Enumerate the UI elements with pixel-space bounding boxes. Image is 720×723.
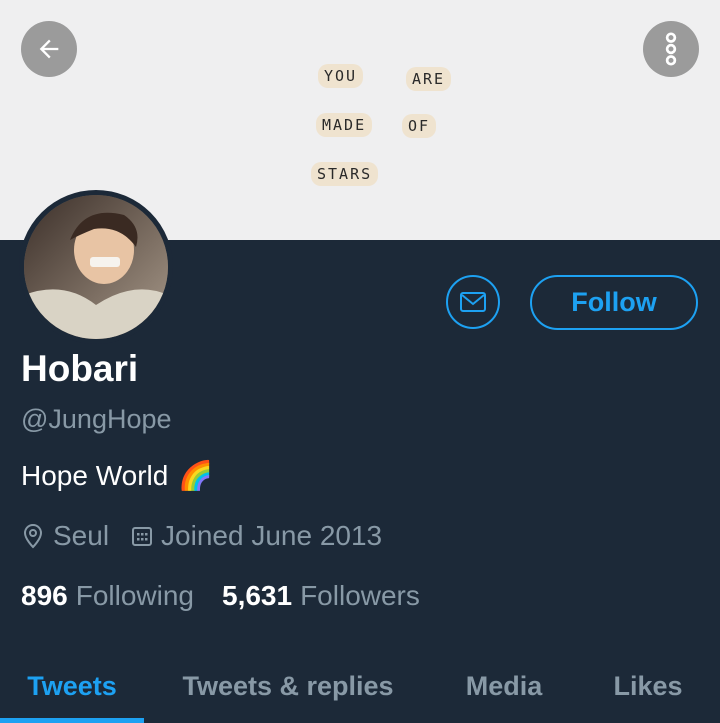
back-button[interactable] (21, 21, 77, 77)
followers-count[interactable]: 5,631 (222, 580, 292, 612)
banner-word: STARS (311, 162, 379, 186)
bio-text: Hope World (21, 459, 169, 491)
avatar[interactable] (19, 190, 173, 344)
location-text: Seul (53, 520, 110, 551)
arrow-left-icon (39, 39, 59, 59)
message-button[interactable] (446, 275, 500, 329)
more-vertical-icon (665, 32, 677, 66)
profile-meta: Seul Joined June 2013 (21, 520, 404, 552)
tab-media[interactable]: Media (440, 650, 568, 723)
active-tab-indicator (0, 718, 144, 723)
banner-word: MADE (316, 113, 373, 137)
profile-tabs: Tweets Tweets & replies Media Likes (0, 650, 720, 723)
user-handle: @JungHope (21, 404, 172, 434)
envelope-icon (460, 292, 486, 312)
bio: Hope World 🌈 (21, 459, 213, 492)
more-options-button[interactable] (643, 21, 699, 77)
followers-label[interactable]: Followers (300, 580, 420, 612)
join-date-text: Joined June 2013 (161, 520, 383, 551)
banner-word: YOU (318, 64, 364, 88)
following-count[interactable]: 896 (21, 580, 68, 612)
display-name: Hobari (21, 348, 139, 389)
tab-tweets-replies[interactable]: Tweets & replies (150, 650, 426, 723)
banner-word: OF (402, 114, 437, 138)
tab-likes[interactable]: Likes (580, 650, 716, 723)
following-label[interactable]: Following (76, 580, 194, 612)
location-pin-icon (23, 523, 43, 549)
rainbow-emoji: 🌈 (178, 460, 214, 491)
tab-tweets[interactable]: Tweets (0, 650, 144, 723)
avatar-photo (24, 195, 168, 339)
follow-stats: 896 Following 5,631 Followers (21, 580, 448, 612)
join-date: Joined June 2013 (131, 520, 382, 552)
location: Seul (21, 520, 109, 552)
follow-button[interactable]: Follow (530, 275, 698, 330)
banner-word: ARE (406, 67, 452, 91)
calendar-icon (132, 527, 153, 546)
